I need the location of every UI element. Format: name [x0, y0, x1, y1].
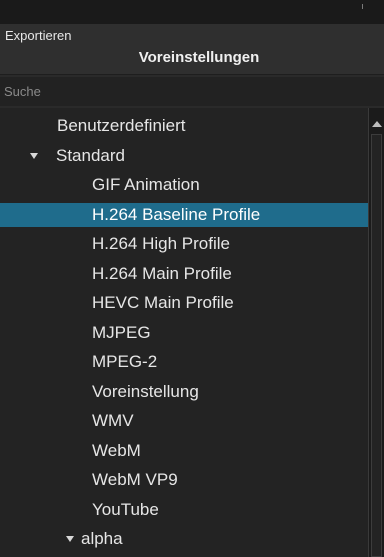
tree-item-label: MPEG-2: [92, 352, 158, 371]
tree-item[interactable]: H.264 High Profile: [0, 232, 368, 256]
tree-item[interactable]: GIF Animation: [0, 173, 368, 197]
tree-item[interactable]: WMV: [0, 409, 368, 433]
tree-item-label: Benutzerdefiniert: [57, 116, 186, 135]
scroll-up-icon[interactable]: [372, 121, 382, 127]
expand-arrow-icon[interactable]: [30, 153, 38, 159]
search-input[interactable]: [0, 77, 384, 106]
tree-item[interactable]: Voreinstellung: [0, 380, 368, 404]
expand-arrow-icon[interactable]: [66, 536, 74, 542]
tree-item-label: H.264 High Profile: [92, 234, 230, 253]
tree-item[interactable]: H.264 Baseline Profile: [0, 203, 368, 227]
window-top-strip: [0, 0, 384, 24]
tree-item-label: GIF Animation: [92, 175, 200, 194]
tree-item-label: H.264 Baseline Profile: [92, 205, 261, 224]
tree-item[interactable]: WebM: [0, 439, 368, 463]
export-caption: Exportieren: [5, 28, 72, 43]
tree-item[interactable]: WebM VP9: [0, 468, 368, 492]
tree-item[interactable]: YouTube: [0, 498, 368, 522]
top-strip-mark: [362, 4, 363, 9]
tree-item-label: MJPEG: [92, 323, 151, 342]
tree-group[interactable]: alpha: [0, 527, 368, 551]
presets-header: Exportieren Voreinstellungen: [0, 24, 384, 75]
tree-item-label: alpha: [81, 529, 123, 548]
export-presets-panel: Exportieren Voreinstellungen Benutzerdef…: [0, 0, 384, 557]
tree-item-label: Voreinstellung: [92, 382, 199, 401]
tree-item-label: H.264 Main Profile: [92, 264, 232, 283]
tree-group[interactable]: Standard: [0, 144, 368, 168]
presets-tree: Benutzerdefiniert Standard GIF Animation H.…: [0, 108, 368, 557]
tree-item[interactable]: HEVC Main Profile: [0, 291, 368, 315]
presets-title: Voreinstellungen: [138, 49, 260, 66]
tree-scrollbar[interactable]: [368, 108, 384, 557]
tree-item-label: WebM VP9: [92, 470, 178, 489]
scroll-thumb[interactable]: [371, 134, 382, 557]
tree-item[interactable]: H.264 Main Profile: [0, 262, 368, 286]
tree-item-label: YouTube: [92, 500, 159, 519]
tree-item[interactable]: Benutzerdefiniert: [0, 114, 368, 138]
tree-item[interactable]: MPEG-2: [0, 350, 368, 374]
tree-item-label: Standard: [56, 146, 125, 165]
tree-item-label: HEVC Main Profile: [92, 293, 234, 312]
tree-item[interactable]: MJPEG: [0, 321, 368, 345]
tree-item-label: WMV: [92, 411, 134, 430]
tree-item-label: WebM: [92, 441, 141, 460]
